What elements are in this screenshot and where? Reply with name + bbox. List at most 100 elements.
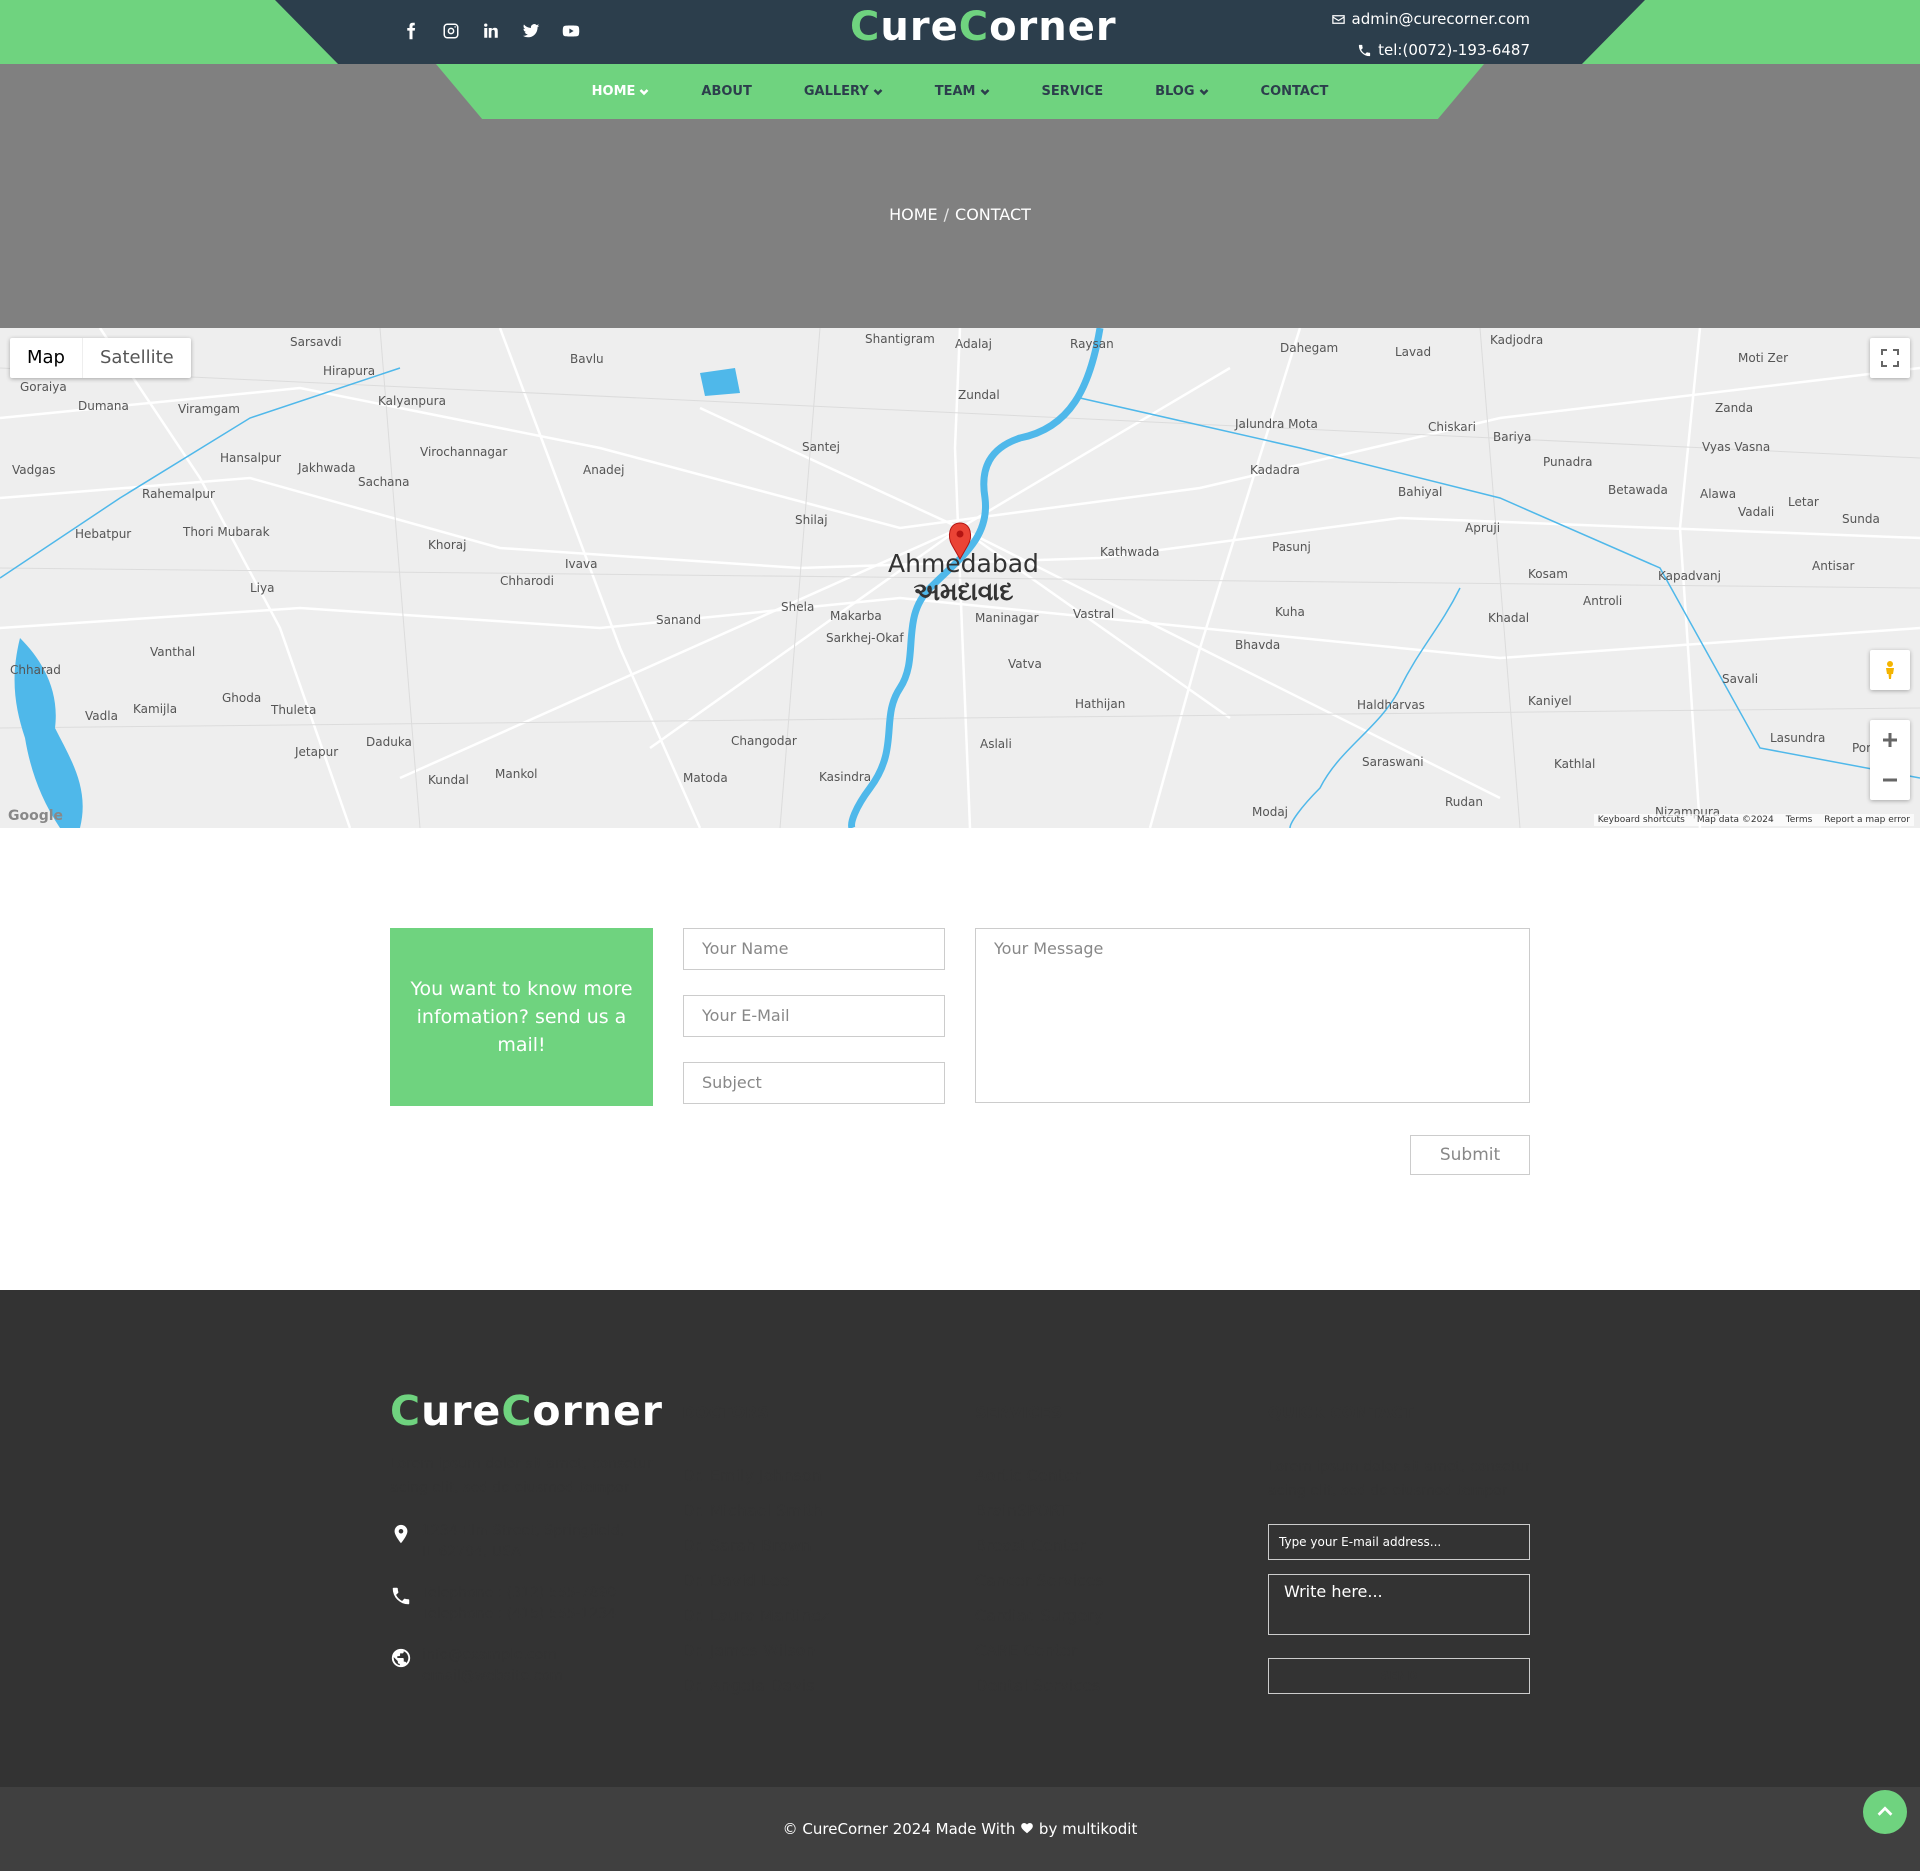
map-label: Sarsavdi xyxy=(290,335,342,349)
map-type-map-button[interactable]: Map xyxy=(10,338,83,378)
email-input[interactable]: Your E-Mail xyxy=(683,995,945,1037)
header-email[interactable]: admin@curecorner.com xyxy=(1331,4,1530,35)
scroll-to-top-button[interactable] xyxy=(1863,1790,1907,1834)
footer-phone-1[interactable]: Telephone : (312) 555-7890 xyxy=(422,1583,616,1604)
footer-email-1[interactable]: info@example.com xyxy=(422,1645,563,1666)
nav-blog[interactable]: BLOG xyxy=(1129,84,1234,99)
service-link[interactable]: CARE Center xyxy=(975,1633,1104,1668)
instagram-icon[interactable] xyxy=(440,20,462,42)
service-link[interactable]: BrainSPORT xyxy=(975,1493,1104,1528)
doctor-link[interactable]: Dr. Angela Davis xyxy=(682,1668,829,1703)
doctor-link[interactable]: Dr. James Wilson xyxy=(682,1633,829,1668)
footer-message-textarea[interactable]: Write here... xyxy=(1268,1574,1530,1635)
doctor-link[interactable]: Dr. David Lee xyxy=(682,1563,829,1598)
map-label: Matoda xyxy=(683,771,728,785)
map-label: Sanand xyxy=(656,613,702,627)
breadcrumb-home[interactable]: HOME xyxy=(889,205,938,224)
subject-input[interactable]: Subject xyxy=(683,1062,945,1104)
map-label: Haldharvas xyxy=(1357,698,1425,712)
chevron-down-icon xyxy=(1199,88,1208,95)
nav-team[interactable]: TEAM xyxy=(909,84,1016,99)
map-label: Zundal xyxy=(958,388,1000,402)
map-label: Daduka xyxy=(366,735,412,749)
footer-services-list: Aortic Center BrainSPORT Breast Center C… xyxy=(975,1458,1104,1703)
zoom-out-button[interactable] xyxy=(1880,760,1900,800)
map-type-satellite-button[interactable]: Satellite xyxy=(83,338,191,378)
footer-email-input[interactable]: Type your E-mail address... xyxy=(1268,1524,1530,1560)
map-label: Bhavda xyxy=(1235,638,1281,652)
map-label: Vyas Vasna xyxy=(1702,440,1771,454)
map-label: Vadla xyxy=(85,709,118,723)
plus-icon xyxy=(1883,733,1897,747)
header-phone[interactable]: tel:(0072)-193-6487 xyxy=(1331,35,1530,66)
service-link[interactable]: Breast Center xyxy=(975,1528,1104,1563)
map-label: Kathwada xyxy=(1100,545,1160,559)
map-label: Lasundra xyxy=(1770,731,1826,745)
service-link[interactable]: Aortic Center xyxy=(975,1458,1104,1493)
footer-email-2[interactable]: email@website.com xyxy=(422,1666,563,1687)
footer-logo[interactable]: CureCorner xyxy=(390,1387,663,1435)
map-label: Hirapura xyxy=(323,364,376,378)
doctor-link[interactable]: Dr. Michael Smith xyxy=(682,1493,829,1528)
map-label: Kasindra xyxy=(819,770,872,784)
breadcrumb-separator: / xyxy=(943,205,950,224)
map-label: Anadej xyxy=(583,463,625,477)
map-label: Santej xyxy=(802,440,840,454)
map-label: Rahemalpur xyxy=(142,487,215,501)
fullscreen-button[interactable] xyxy=(1870,338,1910,378)
service-link[interactable]: Dental Services xyxy=(975,1668,1104,1703)
map-attribution: Keyboard shortcuts Map data ©2024 Terms … xyxy=(1593,814,1914,826)
street-view-button[interactable] xyxy=(1870,650,1910,690)
location-pin-icon xyxy=(394,1524,408,1544)
google-map[interactable]: Sarsavdi Bavlu Shantigram Adalaj Raysan … xyxy=(0,328,1920,828)
map-label: Dumana xyxy=(78,399,129,413)
youtube-icon[interactable] xyxy=(560,20,582,42)
facebook-icon[interactable] xyxy=(400,20,422,42)
map-label: Antisar xyxy=(1812,559,1855,573)
map-label: Rudan xyxy=(1445,795,1483,809)
service-link[interactable]: Cancer Services xyxy=(975,1563,1104,1598)
map-label: Bariya xyxy=(1493,430,1532,444)
map-label: Kaniyel xyxy=(1528,694,1572,708)
map-label: Mankol xyxy=(495,767,538,781)
doctor-link[interactable]: Dr. Sarah Brown xyxy=(682,1528,829,1563)
name-input[interactable]: Your Name xyxy=(683,928,945,970)
map-label: Goraiya xyxy=(20,380,67,394)
report-error-link[interactable]: Report a map error xyxy=(1824,815,1910,825)
map-label: Pasunj xyxy=(1272,540,1311,554)
message-textarea[interactable]: Your Message xyxy=(975,928,1530,1103)
envelope-icon xyxy=(1331,15,1345,24)
map-label: Sunda xyxy=(1842,512,1880,526)
google-logo[interactable]: Google xyxy=(8,808,63,824)
footer: CureCorner xyxy=(0,1290,1920,1787)
doctor-link[interactable]: Dr. Laura Martinez xyxy=(682,1598,829,1633)
service-link[interactable]: Cardiac Surgery xyxy=(975,1598,1104,1633)
nav-contact[interactable]: CONTACT xyxy=(1235,84,1355,99)
keyboard-shortcuts-link[interactable]: Keyboard shortcuts xyxy=(1598,815,1685,825)
nav-home[interactable]: HOME xyxy=(566,84,676,99)
linkedin-icon[interactable] xyxy=(480,20,502,42)
twitter-icon[interactable] xyxy=(520,20,542,42)
map-label: Betawada xyxy=(1608,483,1668,497)
footer-doctors-title: DOCTORS xyxy=(682,1403,769,1422)
map-label: Letar xyxy=(1788,495,1819,509)
footer-quick-text: Lorem ipsum dolor sit amet, consetur aci… xyxy=(1268,1459,1531,1499)
site-logo[interactable]: CureCorner xyxy=(850,4,1117,50)
map-label: Modaj xyxy=(1252,805,1288,819)
nav-service[interactable]: SERVICE xyxy=(1016,84,1130,99)
nav-gallery[interactable]: GALLERY xyxy=(778,84,909,99)
map-label: Thori Mubarak xyxy=(183,525,270,539)
chevron-down-icon xyxy=(873,88,883,95)
map-label: Bavlu xyxy=(570,352,604,366)
map-label: Kadadra xyxy=(1250,463,1300,477)
map-label: Aslali xyxy=(980,737,1012,751)
footer-send-button[interactable]: SEND xyxy=(1268,1658,1530,1694)
footer-phone-2[interactable]: Telephone : (415) 555-1234 xyxy=(422,1604,616,1625)
map-label: Shantigram xyxy=(865,332,935,346)
map-label: Maninagar xyxy=(975,611,1039,625)
zoom-in-button[interactable] xyxy=(1880,720,1900,760)
doctor-link[interactable]: Dr. Emily Johnson xyxy=(682,1458,829,1493)
submit-button[interactable]: Submit xyxy=(1410,1135,1530,1175)
nav-about[interactable]: ABOUT xyxy=(675,84,777,99)
terms-link[interactable]: Terms xyxy=(1786,815,1813,825)
